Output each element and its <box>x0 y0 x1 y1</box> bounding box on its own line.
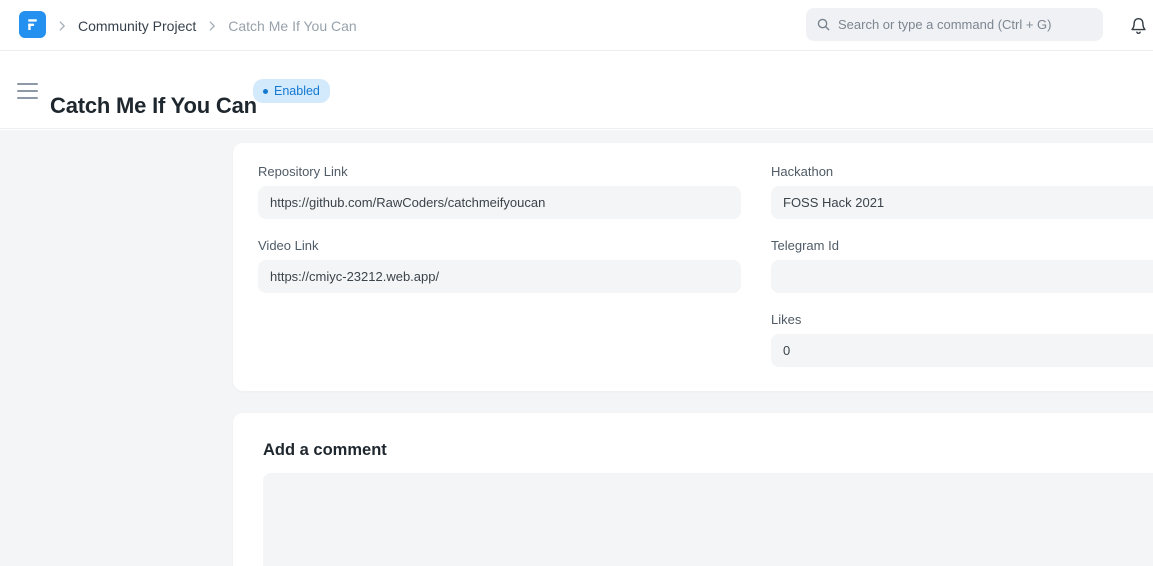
field-label: Repository Link <box>258 164 741 180</box>
page-title: Catch Me If You Can <box>50 92 257 119</box>
frappe-logo[interactable] <box>19 11 46 38</box>
field-telegram-id: Telegram Id <box>771 238 1153 293</box>
hackathon-input[interactable] <box>771 186 1153 219</box>
breadcrumb-item-community-project[interactable]: Community Project <box>78 18 196 34</box>
search-input[interactable] <box>838 17 1093 32</box>
status-badge: Enabled <box>253 79 330 103</box>
form-column-right: Hackathon Telegram Id Likes <box>771 164 1153 386</box>
field-label: Hackathon <box>771 164 1153 180</box>
breadcrumb-chevron-icon <box>55 19 69 33</box>
form-column-left: Repository Link Video Link <box>258 164 741 386</box>
video-link-input[interactable] <box>258 260 741 293</box>
telegram-id-input[interactable] <box>771 260 1153 293</box>
page-head: Catch Me If You Can <box>0 52 1153 129</box>
global-search-bar[interactable] <box>806 8 1103 41</box>
field-likes: Likes <box>771 312 1153 367</box>
comments-card: Add a comment <box>233 413 1153 566</box>
likes-input[interactable] <box>771 334 1153 367</box>
field-repository-link: Repository Link <box>258 164 741 219</box>
add-comment-heading: Add a comment <box>263 441 1153 460</box>
field-hackathon: Hackathon <box>771 164 1153 219</box>
form-grid: Repository Link Video Link Hackathon Tel <box>233 143 1153 386</box>
frappe-logo-icon <box>24 16 41 33</box>
field-label: Likes <box>771 312 1153 328</box>
field-label: Video Link <box>258 238 741 254</box>
repository-link-input[interactable] <box>258 186 741 219</box>
notifications-button[interactable] <box>1125 12 1151 40</box>
field-video-link: Video Link <box>258 238 741 293</box>
hamburger-icon <box>17 97 38 99</box>
app-window: Community Project Catch Me If You Can <box>0 0 1153 566</box>
field-label: Telegram Id <box>771 238 1153 254</box>
hamburger-icon <box>17 90 38 92</box>
breadcrumb-item-current: Catch Me If You Can <box>228 18 356 34</box>
bell-icon <box>1129 16 1148 37</box>
comment-textarea[interactable] <box>263 473 1153 566</box>
breadcrumb-chevron-icon <box>205 19 219 33</box>
search-icon <box>816 17 831 32</box>
sidebar-toggle-button[interactable] <box>17 82 39 100</box>
content-area: Repository Link Video Link Hackathon Tel <box>0 130 1153 566</box>
form-card: Repository Link Video Link Hackathon Tel <box>233 143 1153 391</box>
status-dot-icon <box>263 89 268 94</box>
status-badge-label: Enabled <box>274 84 320 98</box>
top-navbar: Community Project Catch Me If You Can <box>0 0 1153 51</box>
hamburger-icon <box>17 83 38 85</box>
breadcrumb: Community Project Catch Me If You Can <box>55 0 357 51</box>
